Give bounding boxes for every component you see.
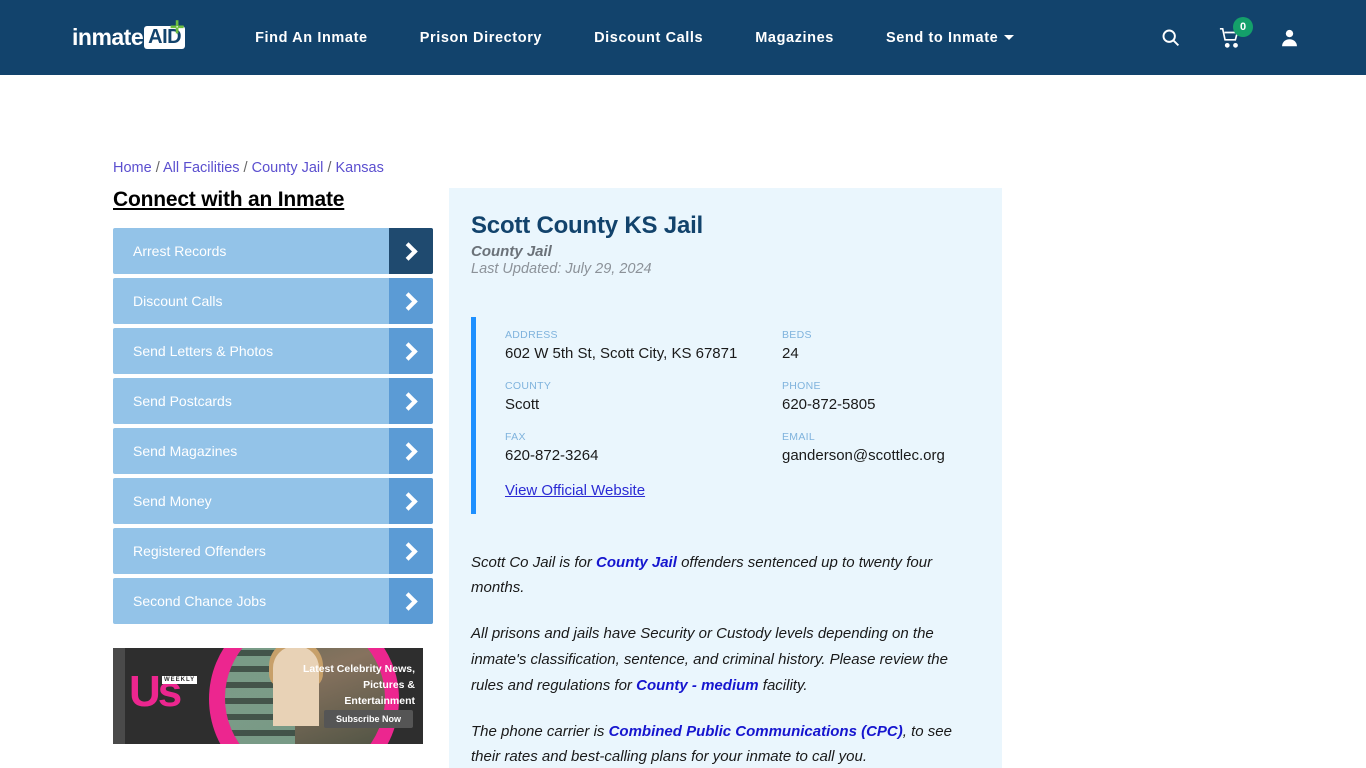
view-official-website-link[interactable]: View Official Website bbox=[505, 482, 645, 499]
chevron-right-icon bbox=[389, 228, 433, 274]
chevron-right-icon bbox=[389, 328, 433, 374]
sidebar-item-label: Second Chance Jobs bbox=[133, 593, 267, 609]
cart-icon[interactable]: 0 bbox=[1219, 16, 1253, 49]
chevron-right-icon bbox=[389, 428, 433, 474]
chevron-right-icon bbox=[389, 378, 433, 424]
chevron-right-icon bbox=[389, 478, 433, 524]
field-label: ADDRESS bbox=[505, 329, 558, 341]
field-address: ADDRESS 602 W 5th St, Scott City, KS 678… bbox=[505, 329, 782, 363]
text-segment: Scott Co Jail is for bbox=[471, 553, 597, 571]
advertisement-banner[interactable]: Us WEEKLY Latest Celebrity News, Picture… bbox=[113, 648, 423, 744]
account-icon[interactable] bbox=[1279, 27, 1300, 48]
nav-label: Prison Directory bbox=[419, 29, 543, 46]
sidebar-item-second-chance-jobs[interactable]: Second Chance Jobs bbox=[113, 578, 433, 624]
description-paragraph-3: The phone carrier is Combined Public Com… bbox=[471, 719, 972, 768]
ad-subscribe-button[interactable]: Subscribe Now bbox=[323, 710, 413, 728]
description-paragraph-1: Scott Co Jail is for County Jail offende… bbox=[471, 550, 972, 602]
sidebar-item-label: Send Money bbox=[133, 493, 212, 509]
sidebar-item-send-letters-photos[interactable]: Send Letters & Photos bbox=[113, 328, 433, 374]
sidebar-item-send-money[interactable]: Send Money bbox=[113, 478, 433, 524]
field-phone: PHONE 620-872-5805 bbox=[782, 380, 972, 414]
field-email: EMAIL ganderson@scottlec.org bbox=[782, 431, 972, 465]
breadcrumb-separator: / bbox=[151, 160, 163, 176]
last-updated: Last Updated: July 29, 2024 bbox=[471, 261, 652, 277]
sidebar-item-label: Discount Calls bbox=[133, 293, 223, 309]
chevron-right-icon bbox=[389, 528, 433, 574]
breadcrumb-item-county-jail[interactable]: County Jail bbox=[252, 160, 324, 176]
link-cpc[interactable]: Combined Public Communications (CPC) bbox=[609, 723, 903, 740]
cart-count-badge: 0 bbox=[1233, 16, 1253, 37]
facility-description: Scott Co Jail is for County Jail offende… bbox=[471, 550, 972, 768]
sidebar: Connect with an Inmate Arrest Records Di… bbox=[113, 188, 433, 628]
breadcrumb-item-kansas[interactable]: Kansas bbox=[335, 160, 383, 176]
breadcrumb-item-home[interactable]: Home bbox=[113, 160, 152, 176]
ad-brand-sublogo: WEEKLY bbox=[162, 676, 198, 684]
logo-wordmark: inmate bbox=[72, 24, 144, 50]
main-nav: Find An Inmate Prison Directory Discount… bbox=[255, 0, 1015, 75]
sidebar-item-send-magazines[interactable]: Send Magazines bbox=[113, 428, 433, 474]
sidebar-item-arrest-records[interactable]: Arrest Records bbox=[113, 228, 433, 274]
field-label: FAX bbox=[505, 431, 526, 444]
text-segment: The phone carrier is bbox=[471, 722, 609, 740]
facility-details-grid: ADDRESS 602 W 5th St, Scott City, KS 678… bbox=[505, 329, 972, 466]
field-value: 24 bbox=[782, 345, 799, 362]
facility-type: County Jail bbox=[471, 243, 552, 260]
field-county: COUNTY Scott bbox=[505, 380, 782, 414]
nav-label: Find An Inmate bbox=[255, 29, 368, 46]
chevron-right-icon bbox=[389, 278, 433, 324]
nav-item-send-to-inmate[interactable]: Send to Inmate bbox=[885, 29, 1015, 46]
description-paragraph-2: All prisons and jails have Security or C… bbox=[471, 621, 972, 698]
nav-item-prison-directory[interactable]: Prison Directory bbox=[420, 30, 542, 46]
nav-label: Discount Calls bbox=[594, 29, 704, 46]
sidebar-item-discount-calls[interactable]: Discount Calls bbox=[113, 278, 433, 324]
nav-item-discount-calls[interactable]: Discount Calls bbox=[594, 30, 703, 46]
search-icon[interactable] bbox=[1160, 27, 1181, 48]
field-label: COUNTY bbox=[505, 380, 552, 393]
ad-headline: Latest Celebrity News, Pictures & Entert… bbox=[302, 663, 415, 707]
breadcrumb-separator: / bbox=[239, 160, 252, 176]
field-value: 620-872-3264 bbox=[505, 447, 599, 465]
nav-label: Magazines bbox=[755, 29, 834, 46]
sidebar-item-registered-offenders[interactable]: Registered Offenders bbox=[113, 528, 433, 574]
sidebar-item-label: Registered Offenders bbox=[133, 543, 266, 559]
breadcrumb-item-all-facilities[interactable]: All Facilities bbox=[163, 160, 240, 176]
page-title: Scott County KS Jail bbox=[471, 212, 704, 239]
field-value: 620-872-5805 bbox=[782, 396, 876, 414]
sidebar-item-label: Send Postcards bbox=[133, 393, 232, 409]
field-beds: BEDS 24 bbox=[782, 329, 972, 363]
field-fax: FAX 620-872-3264 bbox=[505, 431, 782, 465]
sidebar-item-send-postcards[interactable]: Send Postcards bbox=[113, 378, 433, 424]
nav-item-magazines[interactable]: Magazines bbox=[755, 30, 834, 46]
field-label: BEDS bbox=[782, 329, 812, 341]
sidebar-title: Connect with an Inmate bbox=[113, 188, 345, 211]
field-value: ganderson@scottlec.org bbox=[782, 447, 945, 465]
ad-left-frame bbox=[113, 648, 125, 744]
field-label: PHONE bbox=[782, 380, 821, 393]
field-label: EMAIL bbox=[782, 431, 816, 444]
facility-card: Scott County KS Jail County Jail Last Up… bbox=[449, 188, 1002, 768]
link-county-jail[interactable]: County Jail bbox=[596, 554, 677, 571]
chevron-right-icon bbox=[389, 578, 433, 624]
field-value: Scott bbox=[505, 396, 540, 414]
sidebar-item-label: Send Letters & Photos bbox=[133, 343, 274, 359]
header-icon-group: 0 bbox=[1160, 0, 1300, 75]
breadcrumb-separator: / bbox=[323, 160, 336, 176]
link-county-medium[interactable]: County - medium bbox=[636, 677, 759, 694]
field-value: 602 W 5th St, Scott City, KS 67871 bbox=[505, 345, 738, 362]
sidebar-item-label: Arrest Records bbox=[133, 243, 227, 259]
sidebar-item-label: Send Magazines bbox=[133, 443, 238, 459]
nav-item-find-an-inmate[interactable]: Find An Inmate bbox=[255, 30, 368, 46]
site-header: inmate AID ✛ Find An Inmate Prison Direc… bbox=[0, 0, 1366, 75]
text-segment: facility. bbox=[758, 676, 808, 694]
nav-label: Send to Inmate bbox=[885, 29, 999, 46]
site-logo[interactable]: inmate AID ✛ bbox=[72, 17, 186, 54]
chevron-down-icon bbox=[1004, 35, 1015, 41]
facility-details: ADDRESS 602 W 5th St, Scott City, KS 678… bbox=[471, 317, 972, 514]
green-cross-icon: ✛ bbox=[170, 17, 185, 37]
breadcrumb: Home / All Facilities / County Jail / Ka… bbox=[113, 160, 384, 176]
